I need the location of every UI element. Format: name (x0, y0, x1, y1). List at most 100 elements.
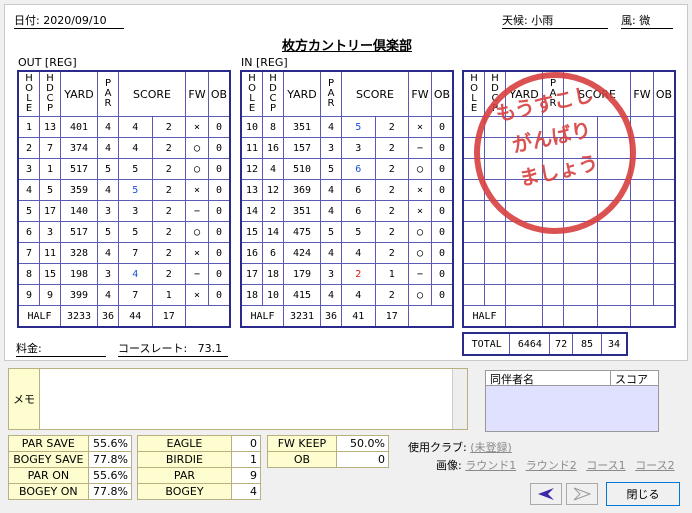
hdcp-cell (484, 284, 506, 306)
hole-cell: 9 (17, 284, 40, 306)
hdcp-cell: 12 (262, 179, 284, 201)
putt-cell: 2 (374, 179, 409, 201)
hdcp-cell (484, 263, 506, 285)
ob-cell: 0 (208, 158, 231, 180)
hdcp-cell (484, 221, 506, 243)
score-cell: 5 (118, 179, 153, 201)
fw-cell (630, 179, 654, 201)
half-yard: 3233 (60, 305, 98, 328)
half-par: 36 (97, 305, 119, 328)
half-score: 44 (118, 305, 153, 328)
ob-cell: 0 (208, 137, 231, 159)
prev-button[interactable] (530, 483, 562, 505)
ob-cell: 0 (431, 284, 454, 306)
stat-value: 55.6% (87, 435, 133, 452)
wind-field: 風: 微 (621, 12, 673, 29)
ob-cell (653, 158, 676, 180)
companion-body[interactable] (486, 386, 658, 431)
ob-cell: 0 (431, 221, 454, 243)
ob-cell (653, 263, 676, 285)
putt-cell: 2 (374, 200, 409, 222)
stats-fw-table: FW KEEP 50.0% OB 0 (267, 435, 390, 468)
next-arrow-icon (573, 487, 592, 501)
memo-box[interactable]: メモ (8, 368, 468, 430)
total-table: TOTAL 6464 72 85 34 (462, 332, 628, 356)
club-link[interactable]: (未登録) (470, 441, 512, 454)
out-score-table: HOLE HDCP YARD PAR SCORE FW OB 1 13 401 4 4 2… (17, 70, 231, 328)
out-row: 6 3 517 5 5 2 ◯ 0 (17, 221, 231, 243)
stats-save-table: PAR SAVE 55.6% BOGEY SAVE 77.8% PAR ON 55.6% B… (8, 435, 133, 500)
putt-cell: 2 (151, 221, 186, 243)
putt-cell: 2 (151, 263, 186, 285)
hole-cell (462, 221, 485, 243)
stat-label: PAR SAVE (8, 435, 89, 452)
stats-score-table: EAGLE 0 BIRDIE 1 PAR 9 BOGEY 4 (137, 435, 262, 500)
col-ob: OB (208, 70, 231, 117)
yard-cell: 475 (283, 221, 321, 243)
hdcp-cell: 14 (262, 221, 284, 243)
col-par: PAR (320, 70, 342, 117)
memo-scrollbar[interactable] (452, 369, 467, 429)
yard-cell: 510 (283, 158, 321, 180)
col-score: SCORE (118, 70, 186, 117)
stat-label: BIRDIE (137, 451, 232, 468)
yard-cell: 517 (60, 221, 98, 243)
extra-row (462, 242, 676, 264)
putt-cell: 2 (374, 158, 409, 180)
half-score: 41 (341, 305, 376, 328)
score-cell: 5 (118, 158, 153, 180)
total-label: TOTAL (462, 332, 511, 356)
score-cell: 5 (118, 221, 153, 243)
round1-link[interactable]: ラウンド1 (465, 459, 516, 472)
fw-cell (630, 221, 654, 243)
hdcp-cell: 16 (262, 137, 284, 159)
stat-label: FW KEEP (267, 435, 337, 452)
out-row: 9 9 399 4 7 1 × 0 (17, 284, 231, 306)
fw-cell: ◯ (185, 158, 209, 180)
in-row: 10 8 351 4 5 2 × 0 (240, 116, 454, 138)
yard-cell (505, 263, 543, 285)
par-cell: 4 (97, 116, 119, 138)
hdcp-cell: 6 (262, 242, 284, 264)
in-row: 13 12 369 4 6 2 × 0 (240, 179, 454, 201)
putt-cell: 2 (151, 200, 186, 222)
course2-link[interactable]: コース2 (635, 459, 674, 472)
putt-cell: 2 (374, 221, 409, 243)
col-yard: YARD (60, 70, 98, 117)
close-button[interactable]: 閉じる (606, 482, 680, 506)
stat-label: PAR (137, 467, 232, 484)
score-cell: 5 (341, 116, 376, 138)
hdcp-cell: 1 (39, 158, 61, 180)
fw-cell: × (408, 116, 432, 138)
course-rate-field: コースレート: 73.1 (118, 340, 228, 357)
score-cell: 4 (341, 284, 376, 306)
stat-value: 0 (230, 435, 262, 452)
in-score-table: HOLE HDCP YARD PAR SCORE FW OB 10 8 351 4 5 2… (240, 70, 454, 328)
par-cell: 5 (97, 221, 119, 243)
total-row: TOTAL 6464 72 85 34 (462, 332, 628, 356)
fw-cell: ◯ (408, 284, 432, 306)
par-cell: 3 (320, 137, 342, 159)
score-cell: 3 (118, 200, 153, 222)
fw-cell: × (185, 242, 209, 264)
col-yard: YARD (283, 70, 321, 117)
hole-cell (462, 242, 485, 264)
fw-cell: − (185, 200, 209, 222)
round2-link[interactable]: ラウンド2 (526, 459, 577, 472)
stat-row: FW KEEP 50.0% (267, 435, 390, 452)
stat-value: 55.6% (87, 467, 133, 484)
score-cell (563, 284, 598, 306)
next-button[interactable] (566, 483, 598, 505)
hole-cell: 10 (240, 116, 263, 138)
out-row: 2 7 374 4 4 2 ◯ 0 (17, 137, 231, 159)
course1-link[interactable]: コース1 (586, 459, 625, 472)
ob-cell: 0 (208, 116, 231, 138)
par-cell: 5 (320, 221, 342, 243)
par-cell: 4 (320, 242, 342, 264)
companion-score-header: スコア (615, 373, 648, 386)
stat-label: BOGEY (137, 483, 232, 500)
hdcp-cell: 8 (262, 116, 284, 138)
companion-list[interactable]: 同伴者名 スコア (485, 370, 659, 432)
yard-cell: 157 (283, 137, 321, 159)
stat-label: PAR ON (8, 467, 89, 484)
